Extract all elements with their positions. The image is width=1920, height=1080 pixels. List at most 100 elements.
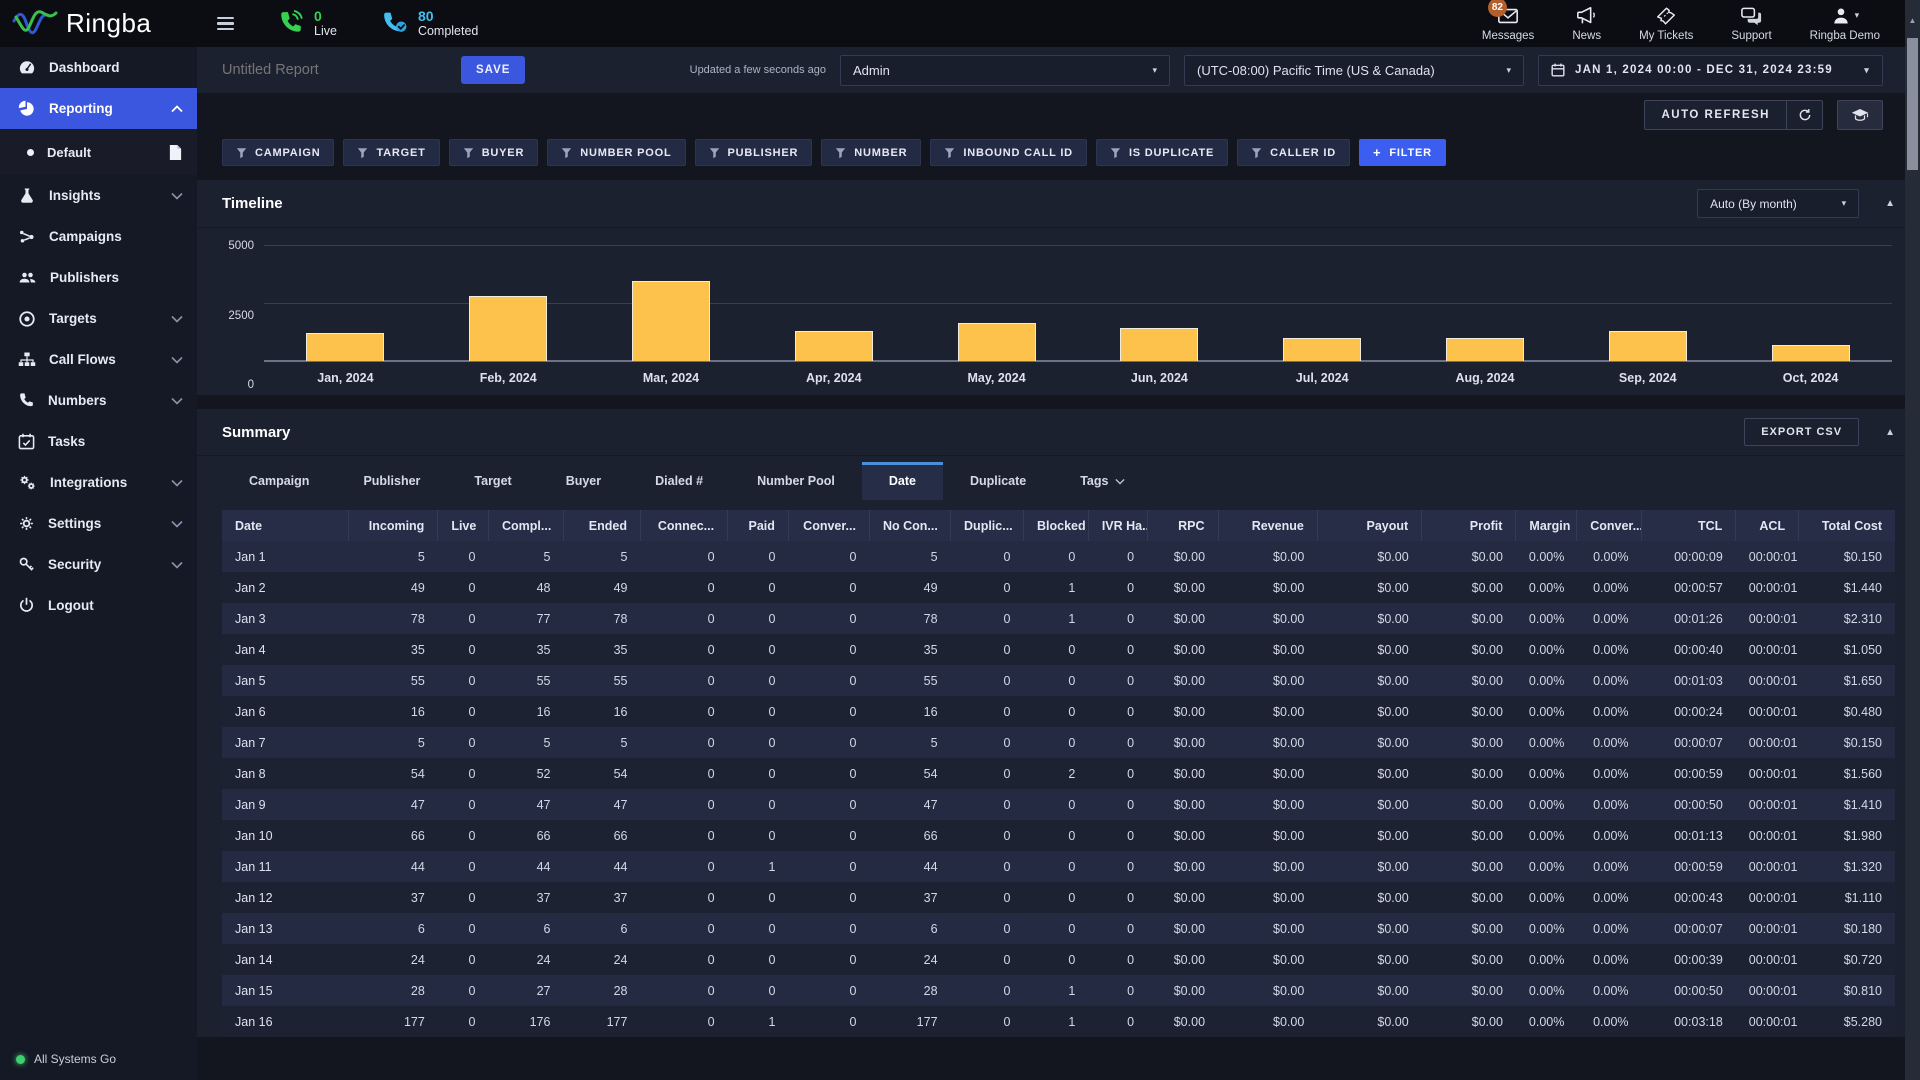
bar-jan-2024[interactable] bbox=[306, 333, 385, 361]
sidebar-item-settings[interactable]: Settings bbox=[0, 503, 197, 544]
sidebar-item-campaigns[interactable]: Campaigns bbox=[0, 216, 197, 257]
column-header[interactable]: Incoming bbox=[348, 510, 439, 541]
bar-oct-2024[interactable] bbox=[1771, 345, 1850, 361]
timeline-collapse-button[interactable]: ▲ bbox=[1885, 198, 1895, 209]
table-row[interactable]: Jan 9 47 0 47 47 0 0 0 47 0 0 0 $0.00 $0.00 $0.00 $0.00… bbox=[222, 789, 1895, 820]
sidebar-item-logout[interactable]: Logout bbox=[0, 585, 197, 626]
filter-chip-buyer[interactable]: BUYER bbox=[448, 139, 539, 166]
tab-number-pool[interactable]: Number Pool bbox=[730, 462, 862, 500]
timezone-select[interactable]: (UTC-08:00) Pacific Time (US & Canada) ▾ bbox=[1184, 54, 1524, 86]
table-row[interactable]: Jan 15 28 0 27 28 0 0 0 28 0 1 0 $0.00 $0.00 $0.00 $0.0… bbox=[222, 975, 1895, 1006]
filter-chip-inbound-call-id[interactable]: INBOUND CALL ID bbox=[930, 139, 1087, 166]
column-header[interactable]: IVR Ha... bbox=[1088, 510, 1148, 541]
scroll-up-arrow-icon[interactable]: ▲ bbox=[1905, 16, 1920, 25]
column-header[interactable]: RPC bbox=[1147, 510, 1219, 541]
column-header[interactable]: No Con... bbox=[869, 510, 952, 541]
table-row[interactable]: Jan 2 49 0 48 49 0 0 0 49 0 1 0 $0.00 $0.00 $0.00 $0.00… bbox=[222, 572, 1895, 603]
scrollbar-thumb[interactable] bbox=[1907, 38, 1918, 170]
column-header[interactable]: TCL bbox=[1641, 510, 1737, 541]
save-button[interactable]: SAVE bbox=[461, 56, 526, 84]
live-calls-stat[interactable]: 0 Live bbox=[278, 8, 337, 40]
auto-refresh-button[interactable]: AUTO REFRESH bbox=[1644, 100, 1823, 130]
page-scrollbar[interactable]: ▲ bbox=[1905, 0, 1920, 1080]
column-header[interactable]: Margin bbox=[1515, 510, 1578, 541]
column-header[interactable]: Connec... bbox=[640, 510, 729, 541]
table-row[interactable]: Jan 12 37 0 37 37 0 0 0 37 0 0 0 $0.00 $0.00 $0.00 $0.0… bbox=[222, 882, 1895, 913]
tab-duplicate[interactable]: Duplicate bbox=[943, 462, 1053, 500]
column-header[interactable]: Conver... bbox=[1576, 510, 1643, 541]
tab-target[interactable]: Target bbox=[447, 462, 538, 500]
refresh-icon[interactable] bbox=[1786, 101, 1822, 129]
sidebar-item-default-report[interactable]: Default bbox=[0, 129, 197, 175]
column-header[interactable]: Total Cost bbox=[1798, 510, 1895, 541]
messages-button[interactable]: 82 Messages bbox=[1482, 0, 1534, 42]
tab-campaign[interactable]: Campaign bbox=[222, 462, 336, 500]
column-header[interactable]: Live bbox=[437, 510, 489, 541]
bar-mar-2024[interactable] bbox=[631, 280, 710, 361]
table-row[interactable]: Jan 3 78 0 77 78 0 0 0 78 0 1 0 $0.00 $0.00 $0.00 $0.00… bbox=[222, 603, 1895, 634]
support-button[interactable]: Support bbox=[1731, 6, 1772, 42]
sidebar-item-tasks[interactable]: Tasks bbox=[0, 421, 197, 462]
table-row[interactable]: Jan 6 16 0 16 16 0 0 0 16 0 0 0 $0.00 $0.00 $0.00 $0.00… bbox=[222, 696, 1895, 727]
bar-sep-2024[interactable] bbox=[1608, 331, 1687, 361]
table-row[interactable]: Jan 13 6 0 6 6 0 0 0 6 0 0 0 $0.00 $0.00 $0.00 $0.00 0.0… bbox=[222, 913, 1895, 944]
news-button[interactable]: News bbox=[1572, 6, 1601, 42]
bar-aug-2024[interactable] bbox=[1445, 337, 1524, 361]
table-row[interactable]: Jan 14 24 0 24 24 0 0 0 24 0 0 0 $0.00 $0.00 $0.00 $0.0… bbox=[222, 944, 1895, 975]
table-row[interactable]: Jan 11 44 0 44 44 0 1 0 44 0 0 0 $0.00 $0.00 $0.00 $0.0… bbox=[222, 851, 1895, 882]
date-range-picker[interactable]: JAN 1, 2024 00:00 - DEC 31, 2024 23:59 ▾ bbox=[1538, 54, 1883, 86]
filter-chip-caller-id[interactable]: CALLER ID bbox=[1237, 139, 1350, 166]
sidebar-item-call-flows[interactable]: Call Flows bbox=[0, 339, 197, 380]
table-row[interactable]: Jan 8 54 0 52 54 0 0 0 54 0 2 0 $0.00 $0.00 $0.00 $0.00… bbox=[222, 758, 1895, 789]
table-row[interactable]: Jan 10 66 0 66 66 0 0 0 66 0 0 0 $0.00 $0.00 $0.00 $0.0… bbox=[222, 820, 1895, 851]
sidebar-item-targets[interactable]: Targets bbox=[0, 298, 197, 339]
account-menu[interactable]: ▾ Ringba Demo bbox=[1810, 6, 1880, 42]
sidebar-item-reporting[interactable]: Reporting bbox=[0, 88, 197, 129]
tab-dialed-[interactable]: Dialed # bbox=[628, 462, 730, 500]
hamburger-menu-icon[interactable] bbox=[217, 16, 234, 31]
tab-date[interactable]: Date bbox=[861, 462, 943, 500]
column-header[interactable]: Payout bbox=[1317, 510, 1423, 541]
bar-apr-2024[interactable] bbox=[794, 330, 873, 361]
sidebar-item-publishers[interactable]: Publishers bbox=[0, 257, 197, 298]
tab-publisher[interactable]: Publisher bbox=[336, 462, 447, 500]
filter-chip-target[interactable]: TARGET bbox=[343, 139, 440, 166]
column-header[interactable]: Date bbox=[222, 510, 350, 541]
sidebar-item-insights[interactable]: Insights bbox=[0, 175, 197, 216]
add-filter-button[interactable]: + FILTER bbox=[1359, 139, 1446, 166]
filter-chip-number-pool[interactable]: NUMBER POOL bbox=[547, 139, 686, 166]
tutorial-button[interactable] bbox=[1837, 100, 1883, 130]
table-row[interactable]: Jan 4 35 0 35 35 0 0 0 35 0 0 0 $0.00 $0.00 $0.00 $0.00… bbox=[222, 634, 1895, 665]
column-header[interactable]: Blocked bbox=[1023, 510, 1089, 541]
filter-chip-campaign[interactable]: CAMPAIGN bbox=[222, 139, 335, 166]
filter-chip-is-duplicate[interactable]: IS DUPLICATE bbox=[1095, 139, 1229, 166]
export-csv-button[interactable]: EXPORT CSV bbox=[1744, 418, 1860, 446]
sidebar-item-dashboard[interactable]: Dashboard bbox=[0, 47, 197, 88]
table-row[interactable]: Jan 7 5 0 5 5 0 0 0 5 0 0 0 $0.00 $0.00 $0.00 $0.00 0.00… bbox=[222, 727, 1895, 758]
column-header[interactable]: ACL bbox=[1735, 510, 1800, 541]
filter-chip-publisher[interactable]: PUBLISHER bbox=[694, 139, 813, 166]
column-header[interactable]: Revenue bbox=[1218, 510, 1318, 541]
completed-calls-stat[interactable]: 80 Completed bbox=[381, 8, 478, 40]
brand[interactable]: Ringba bbox=[0, 7, 197, 41]
table-row[interactable]: Jan 16 177 0 176 177 0 1 0 177 0 1 0 $0.00 $0.00 $0.00… bbox=[222, 1006, 1895, 1037]
bar-jun-2024[interactable] bbox=[1120, 328, 1199, 361]
sidebar-item-numbers[interactable]: Numbers bbox=[0, 380, 197, 421]
table-row[interactable]: Jan 1 5 0 5 5 0 0 0 5 0 0 0 $0.00 $0.00 $0.00 $0.00 0.00… bbox=[222, 541, 1895, 572]
column-header[interactable]: Conver... bbox=[788, 510, 870, 541]
bar-jul-2024[interactable] bbox=[1283, 337, 1362, 361]
column-header[interactable]: Paid bbox=[727, 510, 789, 541]
report-name-input[interactable] bbox=[222, 62, 447, 78]
sidebar-item-integrations[interactable]: Integrations bbox=[0, 462, 197, 503]
column-header[interactable]: Ended bbox=[563, 510, 641, 541]
filter-chip-number[interactable]: NUMBER bbox=[821, 139, 922, 166]
tab-tags[interactable]: Tags bbox=[1053, 462, 1152, 500]
summary-collapse-button[interactable]: ▲ bbox=[1885, 427, 1895, 438]
tab-buyer[interactable]: Buyer bbox=[539, 462, 628, 500]
column-header[interactable]: Duplic... bbox=[950, 510, 1024, 541]
bar-feb-2024[interactable] bbox=[469, 295, 548, 361]
user-select[interactable]: Admin ▾ bbox=[840, 54, 1170, 86]
bar-may-2024[interactable] bbox=[957, 322, 1036, 361]
sidebar-item-security[interactable]: Security bbox=[0, 544, 197, 585]
my-tickets-button[interactable]: My Tickets bbox=[1639, 6, 1693, 42]
